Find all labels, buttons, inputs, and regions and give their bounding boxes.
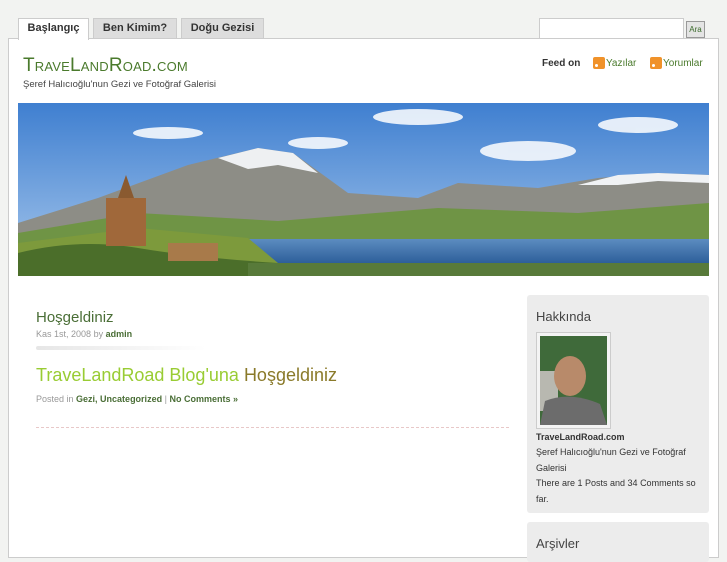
headline-part-b: Hoşgeldiniz bbox=[243, 365, 337, 385]
header-banner-image bbox=[18, 103, 709, 276]
tab-ben-kimim[interactable]: Ben Kimim? bbox=[93, 18, 177, 39]
about-title: Hakkında bbox=[536, 309, 591, 324]
about-site: TraveLandRoad.com bbox=[536, 432, 625, 442]
post-by: by bbox=[93, 329, 104, 339]
tab-baslangic[interactable]: Başlangıç bbox=[18, 18, 89, 40]
category-links[interactable]: Gezi, Uncategorized bbox=[76, 394, 162, 404]
title-separator bbox=[36, 346, 206, 350]
rss-icon bbox=[593, 57, 605, 69]
search-button[interactable]: Ara bbox=[686, 21, 705, 38]
posted-in-label: Posted in bbox=[36, 394, 74, 404]
about-widget: Hakkında TraveLandRoad.com Şeref Halıcıo… bbox=[527, 295, 709, 513]
about-stats: There are 1 Posts and 34 Comments so far… bbox=[536, 478, 696, 504]
archives-widget: Arşivler bbox=[527, 522, 709, 562]
separator: | bbox=[164, 394, 167, 404]
search-input[interactable] bbox=[539, 18, 684, 39]
avatar bbox=[536, 332, 611, 429]
tab-dogu-gezisi[interactable]: Doğu Gezisi bbox=[181, 18, 264, 39]
post-footer: Posted in Gezi, Uncategorized | No Comme… bbox=[36, 394, 238, 404]
rss-icon bbox=[650, 57, 662, 69]
post-meta: Kas 1st, 2008 by admin bbox=[36, 329, 132, 339]
comments-link[interactable]: No Comments » bbox=[169, 394, 238, 404]
feed-comments-label: Yorumlar bbox=[663, 57, 703, 69]
post-divider bbox=[36, 427, 509, 428]
feed-comments-link[interactable]: Yorumlar bbox=[650, 57, 703, 69]
post-date: Kas 1st, 2008 bbox=[36, 329, 92, 339]
about-desc: Şeref Halıcıoğlu'nun Gezi ve Fotoğraf Ga… bbox=[536, 447, 686, 473]
archives-title: Arşivler bbox=[536, 536, 580, 551]
site-tagline: Şeref Halıcıoğlu'nun Gezi ve Fotoğraf Ga… bbox=[23, 79, 216, 90]
feed-posts-label: Yazılar bbox=[606, 57, 637, 69]
post-author-link[interactable]: admin bbox=[106, 329, 133, 339]
headline-part-a: TraveLandRoad Blog'una bbox=[36, 365, 239, 385]
feed-posts-link[interactable]: Yazılar bbox=[593, 57, 636, 69]
site-title[interactable]: TraveLandRoad.com bbox=[23, 55, 188, 77]
feed-label: Feed on bbox=[542, 58, 581, 69]
post-headline: TraveLandRoad Blog'una Hoşgeldiniz bbox=[36, 365, 337, 386]
post-title[interactable]: Hoşgeldiniz bbox=[36, 309, 114, 326]
